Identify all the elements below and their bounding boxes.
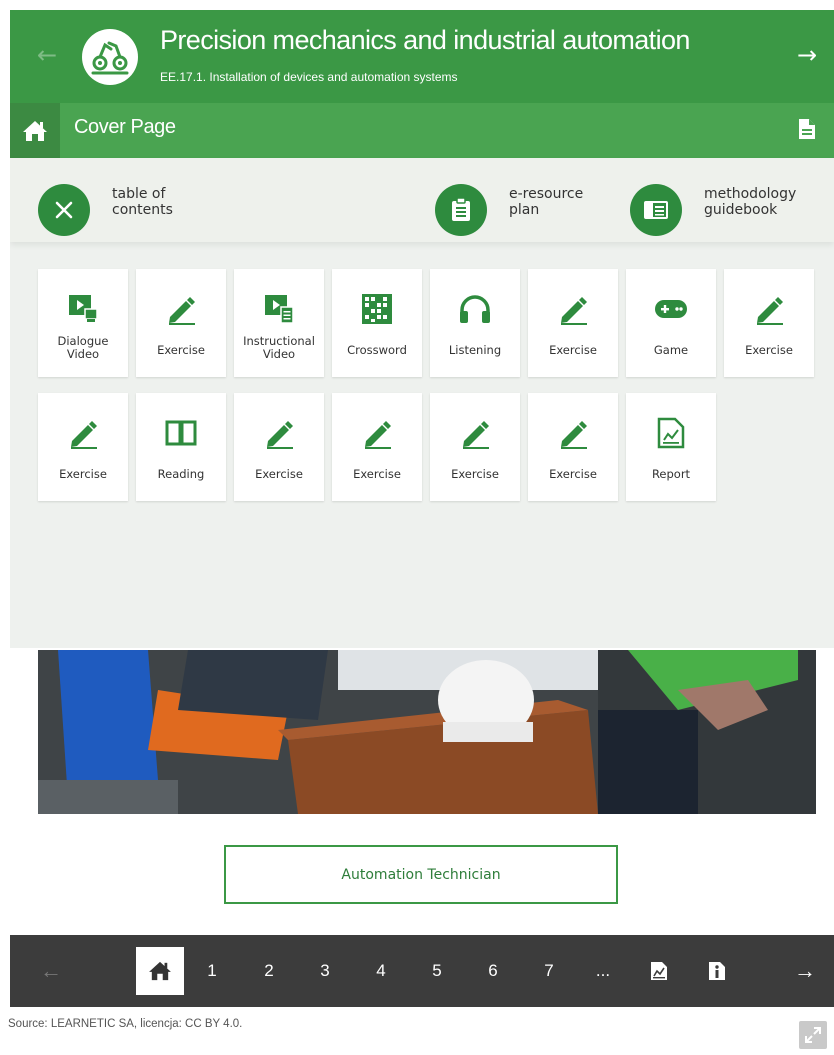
- pencil-icon: [64, 415, 102, 451]
- headphones-icon: [456, 291, 494, 327]
- activity-tile-label: Exercise: [353, 467, 401, 481]
- activity-tile-exercise[interactable]: Exercise: [136, 269, 226, 377]
- gamepad-icon: [652, 291, 690, 327]
- report-icon: [652, 415, 690, 451]
- home-icon: [23, 120, 47, 141]
- page-link-5[interactable]: 5: [427, 959, 447, 983]
- activity-tile-exercise[interactable]: Exercise: [38, 393, 128, 501]
- cover-page-title: Cover Page: [74, 116, 176, 138]
- crossword-icon: [358, 291, 396, 327]
- pencil-icon: [554, 291, 592, 327]
- activity-tile-listening[interactable]: Listening: [430, 269, 520, 377]
- guidebook-label: methodology guidebook: [704, 186, 797, 218]
- activity-tile-instructional-video[interactable]: Instructional Video: [234, 269, 324, 377]
- activity-tile-exercise[interactable]: Exercise: [332, 393, 422, 501]
- guidebook-icon: [630, 184, 682, 236]
- page-link-6[interactable]: 6: [483, 959, 503, 983]
- activity-tile-label: Exercise: [255, 467, 303, 481]
- methodology-guidebook-button[interactable]: methodology guidebook: [630, 184, 834, 236]
- home-page-button[interactable]: [136, 947, 184, 995]
- document-icon[interactable]: [798, 118, 816, 144]
- table-of-contents-panel: table of contents e-resource plan method…: [10, 158, 834, 648]
- pencil-icon: [358, 415, 396, 451]
- activity-tile-label: Report: [651, 467, 691, 481]
- clipboard-icon: [435, 184, 487, 236]
- more-pages-ellipsis[interactable]: ...: [590, 959, 616, 983]
- activity-tile-exercise[interactable]: Exercise: [430, 393, 520, 501]
- course-logo-icon: [82, 29, 138, 85]
- activity-tile-label: Exercise: [549, 343, 597, 357]
- page-link-3[interactable]: 3: [315, 959, 335, 983]
- video-icon: [64, 291, 102, 327]
- video-doc-icon: [260, 291, 298, 327]
- toc-label: table of contents: [112, 186, 173, 218]
- activity-tile-reading[interactable]: Reading: [136, 393, 226, 501]
- page-link-1[interactable]: 1: [202, 959, 222, 983]
- header: ← Precision mechanics and industrial aut…: [10, 10, 834, 103]
- activity-tile-label: Exercise: [157, 343, 205, 357]
- activity-tile-game[interactable]: Game: [626, 269, 716, 377]
- activity-tile-label: Dialogue Video: [57, 334, 109, 361]
- page-navigation: ← 1 2 3 4 5 6 7 ... →: [10, 935, 834, 1007]
- activity-tile-label: Exercise: [549, 467, 597, 481]
- activity-tile-label: Game: [653, 343, 689, 357]
- report-page-icon[interactable]: [648, 959, 670, 983]
- activity-tile-exercise[interactable]: Exercise: [234, 393, 324, 501]
- pencil-icon: [554, 415, 592, 451]
- pencil-icon: [162, 291, 200, 327]
- activity-tile-label: Exercise: [745, 343, 793, 357]
- activity-tile-label: Exercise: [451, 467, 499, 481]
- fullscreen-expand-icon[interactable]: [799, 1021, 827, 1049]
- activity-tile-label: Crossword: [347, 343, 407, 357]
- course-subtitle: EE.17.1. Installation of devices and aut…: [160, 70, 458, 84]
- activity-tile-label: Reading: [157, 467, 205, 481]
- activity-tile-exercise[interactable]: Exercise: [724, 269, 814, 377]
- cover-photo: [38, 650, 816, 814]
- book-icon: [162, 415, 200, 451]
- activity-tile-exercise[interactable]: Exercise: [528, 393, 618, 501]
- page-link-7[interactable]: 7: [539, 959, 559, 983]
- course-title: Precision mechanics and industrial autom…: [160, 25, 690, 55]
- prev-page-arrow-icon[interactable]: ←: [36, 959, 66, 983]
- source-credit: Source: LEARNETIC SA, licencja: CC BY 4.…: [8, 1018, 243, 1030]
- plan-label: e-resource plan: [509, 186, 584, 218]
- pencil-icon: [260, 415, 298, 451]
- app-frame: ← Precision mechanics and industrial aut…: [10, 10, 834, 1007]
- info-page-icon[interactable]: [706, 959, 728, 983]
- activity-tile-label: Instructional Video: [243, 334, 315, 361]
- cover-page-bar: Cover Page: [10, 103, 834, 158]
- close-icon: [38, 184, 90, 236]
- activity-tile-crossword[interactable]: Crossword: [332, 269, 422, 377]
- next-page-arrow-icon[interactable]: →: [790, 959, 820, 983]
- pencil-icon: [456, 415, 494, 451]
- prev-chapter-arrow-icon[interactable]: ←: [32, 40, 62, 70]
- page-link-2[interactable]: 2: [259, 959, 279, 983]
- toc-toolbar: table of contents e-resource plan method…: [10, 158, 834, 242]
- home-icon: [149, 961, 171, 981]
- activity-tile-dialogue-video[interactable]: Dialogue Video: [38, 269, 128, 377]
- activity-tile-label: Listening: [448, 343, 502, 357]
- page-link-4[interactable]: 4: [371, 959, 391, 983]
- activity-tile-exercise[interactable]: Exercise: [528, 269, 618, 377]
- e-resource-plan-button[interactable]: e-resource plan: [435, 184, 604, 236]
- home-button[interactable]: [10, 103, 60, 158]
- next-chapter-arrow-icon[interactable]: →: [792, 40, 822, 70]
- activity-tile-report[interactable]: Report: [626, 393, 716, 501]
- activity-tile-label: Exercise: [59, 467, 107, 481]
- pencil-icon: [750, 291, 788, 327]
- automation-technician-button[interactable]: Automation Technician: [224, 845, 618, 904]
- close-toc-button[interactable]: table of contents: [38, 184, 222, 236]
